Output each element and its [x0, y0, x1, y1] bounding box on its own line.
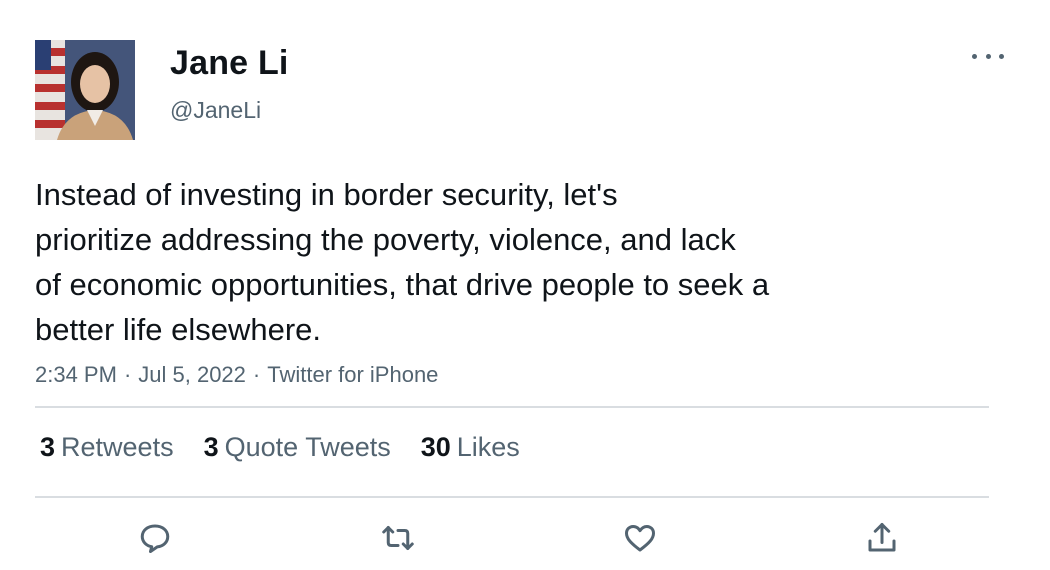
retweets-label: Retweets [61, 432, 174, 462]
tweet-meta: 2:34 PM · Jul 5, 2022 · Twitter for iPhone [35, 362, 438, 388]
reply-icon [140, 524, 170, 553]
more-dot [999, 53, 1004, 59]
author-handle[interactable]: @JaneLi [170, 97, 261, 124]
reply-button[interactable] [135, 518, 175, 558]
retweet-button[interactable] [378, 518, 418, 558]
retweets-stat[interactable]: 3 Retweets [40, 432, 174, 463]
tweet-text-line: better life elsewhere. [35, 312, 322, 347]
avatar[interactable] [35, 40, 135, 140]
tweet-text-line: of economic opportunities, that drive pe… [35, 267, 770, 302]
quote-tweets-count: 3 [203, 432, 219, 462]
share-button[interactable] [862, 518, 902, 558]
retweets-count: 3 [40, 432, 56, 462]
quote-tweets-label: Quote Tweets [224, 432, 391, 462]
avatar-image [35, 40, 135, 140]
likes-stat[interactable]: 30 Likes [421, 432, 520, 463]
more-options-icon[interactable] [972, 46, 1004, 66]
more-dot [985, 53, 991, 59]
tweet-text-line: prioritize addressing the poverty, viole… [35, 222, 736, 257]
likes-label: Likes [456, 432, 520, 462]
like-icon [625, 524, 655, 552]
divider [35, 406, 989, 408]
tweet-source[interactable]: Twitter for iPhone [267, 362, 438, 387]
meta-separator: · [123, 362, 132, 387]
more-dot [972, 53, 977, 59]
tweet-date[interactable]: Jul 5, 2022 [138, 362, 246, 387]
divider [35, 496, 989, 498]
like-button[interactable] [620, 518, 660, 558]
share-icon [868, 523, 896, 552]
retweet-icon [382, 526, 414, 550]
likes-count: 30 [420, 432, 451, 462]
meta-separator: · [252, 362, 261, 387]
author-name[interactable]: Jane Li [170, 44, 289, 83]
tweet-text-line: Instead of investing in border security,… [35, 177, 618, 212]
tweet-text: Instead of investing in border security,… [35, 172, 935, 352]
tweet-stats: 3 Retweets 3 Quote Tweets 30 Likes [40, 432, 550, 463]
tweet-time[interactable]: 2:34 PM [35, 362, 117, 387]
quote-tweets-stat[interactable]: 3 Quote Tweets [204, 432, 391, 463]
